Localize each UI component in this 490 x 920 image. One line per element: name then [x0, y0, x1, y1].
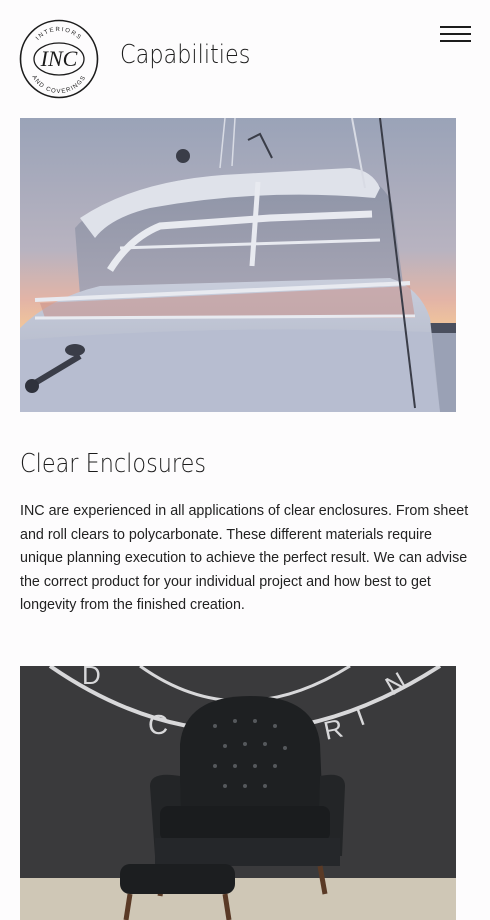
section-body-clear-enclosures: INC are experienced in all applications …: [20, 503, 469, 614]
logo-mark: INTERIORS AND COVERINGS INC: [19, 19, 99, 99]
svg-text:D: D: [82, 666, 101, 690]
page-title: Capabilities: [120, 40, 251, 70]
leather-chair-image: D C N I R: [20, 666, 456, 920]
section-heading-clear-enclosures: Clear Enclosures: [20, 449, 207, 479]
svg-text:INTERIORS: INTERIORS: [35, 27, 82, 42]
boat-illustration: [20, 118, 456, 412]
inc-logo[interactable]: INTERIORS AND COVERINGS INC: [19, 19, 99, 99]
chair-illustration: D C N I R: [20, 666, 456, 920]
hamburger-menu-icon[interactable]: [440, 26, 471, 44]
site-header: INTERIORS AND COVERINGS INC Capabilities: [0, 0, 490, 115]
menu-bar: [440, 26, 471, 28]
menu-bar: [440, 33, 471, 35]
logo-text: INC: [40, 46, 78, 71]
boat-enclosure-image: [20, 118, 456, 412]
svg-text:C: C: [148, 709, 168, 740]
menu-bar: [440, 40, 471, 42]
